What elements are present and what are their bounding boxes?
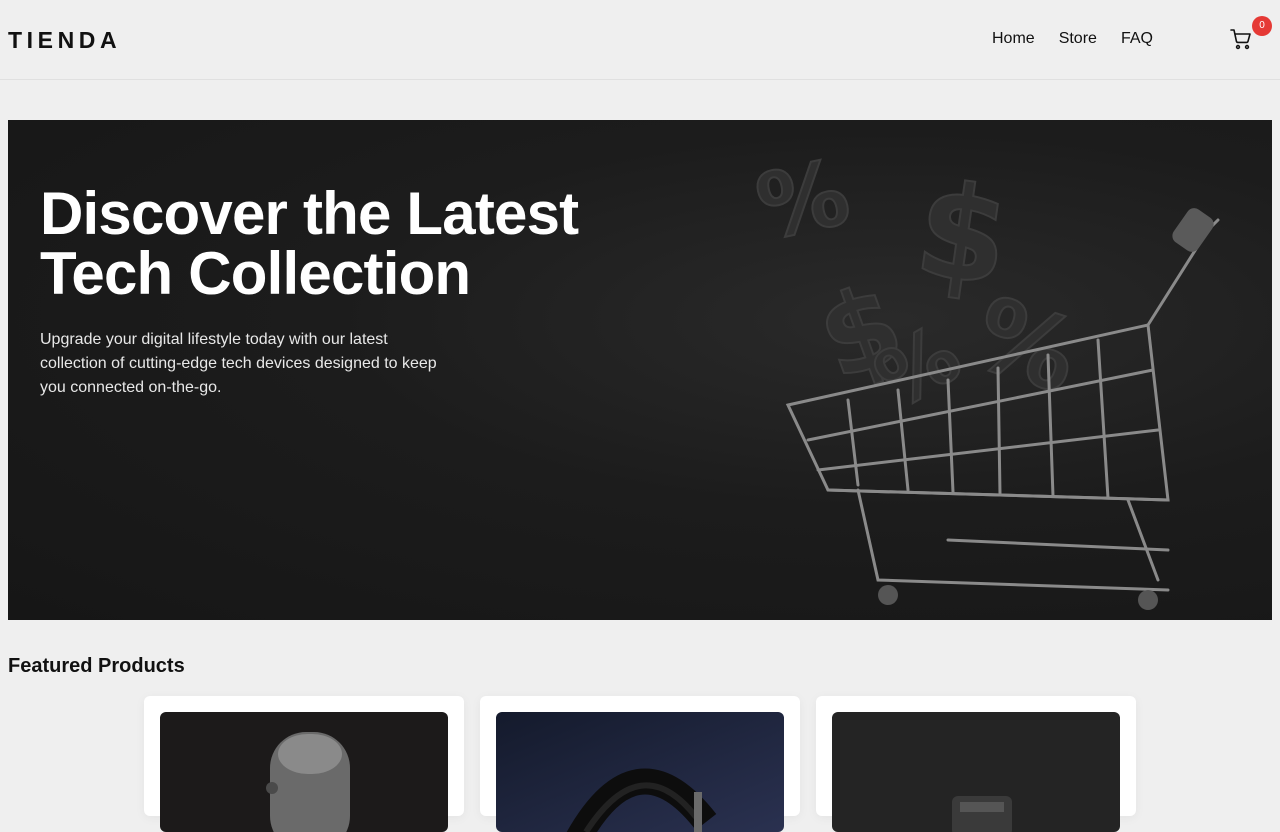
svg-text:%: %: [748, 140, 858, 261]
nav-link-store[interactable]: Store: [1059, 29, 1097, 49]
hero-subtitle: Upgrade your digital lifestyle today wit…: [40, 331, 437, 396]
nav-link-faq[interactable]: FAQ: [1121, 29, 1153, 49]
product-image-lens: [832, 712, 1120, 832]
cart-count-badge: 0: [1252, 16, 1272, 36]
cart-button[interactable]: [1229, 27, 1255, 53]
hero-title: Discover the Latest Tech Collection: [40, 180, 579, 307]
featured-products-title: Featured Products: [8, 655, 185, 677]
product-card[interactable]: [144, 696, 464, 832]
nav-link-home[interactable]: Home: [992, 29, 1035, 49]
site-logo[interactable]: TIENDA: [8, 26, 121, 54]
product-card[interactable]: [480, 696, 800, 832]
site-header: TIENDA Home Store FAQ 0: [0, 0, 1280, 80]
product-image-headphones: [496, 712, 784, 832]
hero-cart-image: % $ $ % %: [748, 140, 1220, 610]
cart-icon: [1229, 29, 1253, 55]
hero-banner: Discover the Latest Tech Collection Upgr…: [8, 120, 1272, 620]
main-nav: Home Store FAQ: [992, 29, 1153, 49]
product-image-microphone: [160, 712, 448, 832]
product-card[interactable]: [816, 696, 1136, 832]
